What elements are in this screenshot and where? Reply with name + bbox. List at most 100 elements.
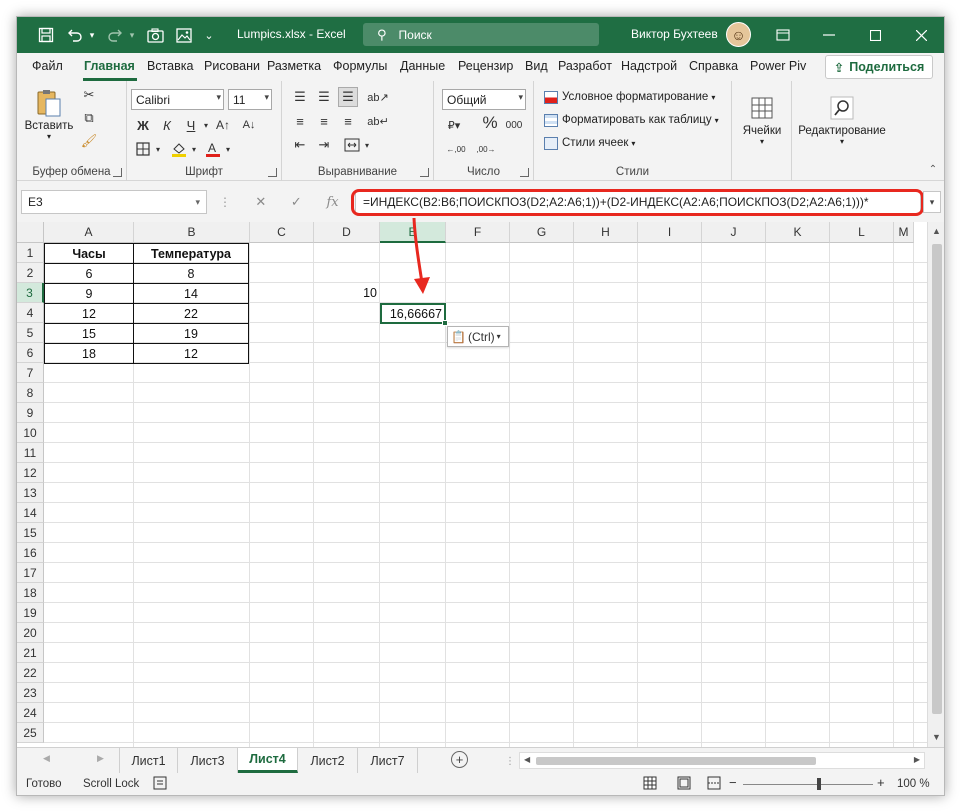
increase-font-icon[interactable]: A↑ bbox=[213, 115, 233, 135]
format-as-table-button[interactable]: Форматировать как таблицу ▾ bbox=[544, 111, 719, 129]
tab-file[interactable]: Файл bbox=[32, 59, 63, 73]
column-header-g[interactable]: G bbox=[510, 222, 574, 243]
column-header-i[interactable]: I bbox=[638, 222, 702, 243]
formula-input[interactable]: =ИНДЕКС(B2:B6;ПОИСКПОЗ(D2;A2:A6;1))+(D2-… bbox=[355, 190, 921, 214]
scroll-up-icon[interactable]: ▲ bbox=[932, 226, 941, 236]
row-header-18[interactable]: 18 bbox=[17, 583, 44, 603]
accessibility-icon[interactable] bbox=[153, 776, 167, 793]
column-header-d[interactable]: D bbox=[314, 222, 380, 243]
cell-a1[interactable]: Часы bbox=[44, 243, 134, 264]
row-header-14[interactable]: 14 bbox=[17, 503, 44, 523]
cell-a6[interactable]: 18 bbox=[44, 343, 134, 364]
font-launcher-icon[interactable] bbox=[268, 168, 277, 177]
row-header-16[interactable]: 16 bbox=[17, 543, 44, 563]
scroll-down-icon[interactable]: ▼ bbox=[932, 732, 941, 742]
row-header-20[interactable]: 20 bbox=[17, 623, 44, 643]
scroll-thumb[interactable] bbox=[932, 244, 942, 714]
normal-view-icon[interactable] bbox=[643, 776, 657, 793]
cancel-icon[interactable]: ✕ bbox=[255, 194, 266, 210]
paste-button[interactable]: Вставить ▾ bbox=[25, 85, 73, 143]
sheet-tab-4[interactable]: Лист2 bbox=[298, 748, 358, 773]
column-header-f[interactable]: F bbox=[446, 222, 510, 243]
increase-indent-icon[interactable]: ⇥ bbox=[314, 135, 334, 155]
italic-button[interactable]: К bbox=[157, 115, 177, 135]
tab-review[interactable]: Рецензир bbox=[458, 59, 513, 73]
ribbon-display-icon[interactable] bbox=[760, 17, 806, 53]
font-size-combo[interactable]: 11 ▾ bbox=[228, 89, 272, 110]
cell-a2[interactable]: 6 bbox=[44, 263, 134, 284]
zoom-slider[interactable] bbox=[743, 784, 873, 785]
align-center-icon[interactable]: ≡ bbox=[314, 111, 334, 131]
fill-dropdown-icon[interactable]: ▾ bbox=[189, 139, 199, 159]
sheet-tab-2[interactable]: Лист3 bbox=[178, 748, 238, 773]
cell-a3[interactable]: 9 bbox=[44, 283, 134, 304]
tab-power-pivot[interactable]: Power Piv bbox=[750, 59, 806, 73]
cell-b2[interactable]: 8 bbox=[133, 263, 249, 284]
zoom-level[interactable]: 100 % bbox=[897, 778, 930, 790]
row-header-24[interactable]: 24 bbox=[17, 703, 44, 723]
format-painter-icon[interactable]: 🖌 bbox=[79, 131, 99, 151]
row-header-11[interactable]: 11 bbox=[17, 443, 44, 463]
column-header-l[interactable]: L bbox=[830, 222, 894, 243]
column-header-a[interactable]: A bbox=[44, 222, 134, 243]
tab-view[interactable]: Вид bbox=[525, 59, 548, 73]
page-layout-view-icon[interactable] bbox=[677, 776, 691, 793]
clipboard-launcher-icon[interactable] bbox=[113, 168, 122, 177]
minimize-icon[interactable] bbox=[806, 17, 852, 53]
tab-developer[interactable]: Разработ bbox=[558, 59, 612, 73]
conditional-formatting-button[interactable]: Условное форматирование ▾ bbox=[544, 88, 715, 106]
row-header-12[interactable]: 12 bbox=[17, 463, 44, 483]
thousands-separator-icon[interactable]: 000 bbox=[504, 115, 524, 135]
cell-b5[interactable]: 19 bbox=[133, 323, 249, 344]
font-color-dropdown-icon[interactable]: ▾ bbox=[223, 139, 233, 159]
decrease-font-icon[interactable]: A↓ bbox=[239, 115, 259, 135]
column-header-j[interactable]: J bbox=[702, 222, 766, 243]
fill-color-icon[interactable] bbox=[169, 139, 189, 159]
zoom-out-icon[interactable]: − bbox=[729, 775, 737, 790]
percent-icon[interactable]: % bbox=[480, 113, 500, 133]
enter-icon[interactable]: ✓ bbox=[291, 194, 302, 210]
borders-icon[interactable] bbox=[133, 139, 153, 159]
underline-button[interactable]: Ч bbox=[181, 115, 201, 135]
tab-draw[interactable]: Рисовани bbox=[204, 59, 260, 73]
cell-b4[interactable]: 22 bbox=[133, 303, 249, 324]
column-header-h[interactable]: H bbox=[574, 222, 638, 243]
close-icon[interactable] bbox=[898, 17, 944, 53]
column-header-b[interactable]: B bbox=[134, 222, 250, 243]
column-header-e[interactable]: E bbox=[380, 222, 446, 243]
merge-dropdown-icon[interactable]: ▾ bbox=[362, 135, 372, 155]
row-header-8[interactable]: 8 bbox=[17, 383, 44, 403]
decrease-decimal-icon[interactable]: ,00→ bbox=[476, 139, 496, 159]
name-box[interactable]: E3 ▾ bbox=[21, 190, 207, 214]
wrap-text-icon[interactable]: ab↵ bbox=[367, 111, 388, 131]
row-header-7[interactable]: 7 bbox=[17, 363, 44, 383]
user-name[interactable]: Виктор Бухтеев bbox=[631, 27, 718, 41]
formula-bar-grip-icon[interactable]: ⋮ bbox=[219, 195, 231, 209]
sheet-tab-1[interactable]: Лист1 bbox=[119, 748, 178, 773]
new-sheet-icon[interactable]: + bbox=[451, 751, 468, 768]
column-header-m[interactable]: M bbox=[894, 222, 914, 243]
paste-options-button[interactable]: 📋 (Ctrl) ▾ bbox=[447, 326, 509, 347]
tab-help[interactable]: Справка bbox=[689, 59, 738, 73]
cells-button[interactable]: Ячейки ▾ bbox=[734, 87, 790, 153]
cut-icon[interactable]: ✂ bbox=[79, 85, 99, 105]
prev-sheet-icon[interactable]: ◀ bbox=[43, 753, 50, 764]
cell-e3-selected[interactable]: 16,66667 bbox=[380, 303, 446, 324]
number-format-combo[interactable]: Общий ▾ bbox=[442, 89, 526, 110]
row-header-5[interactable]: 5 bbox=[17, 323, 44, 343]
orientation-icon[interactable]: ab↗ bbox=[367, 87, 388, 107]
undo-icon[interactable] bbox=[63, 23, 87, 47]
number-launcher-icon[interactable] bbox=[520, 168, 529, 177]
align-bottom-icon[interactable]: ☰ bbox=[338, 87, 358, 107]
accounting-format-icon[interactable]: ₽▾ bbox=[444, 115, 464, 135]
insert-function-icon[interactable]: fx bbox=[326, 195, 338, 210]
expand-formula-bar-icon[interactable]: ▾ bbox=[923, 191, 941, 213]
row-header-6[interactable]: 6 bbox=[17, 343, 44, 363]
redo-icon[interactable] bbox=[103, 23, 127, 47]
row-header-22[interactable]: 22 bbox=[17, 663, 44, 683]
zoom-in-icon[interactable]: + bbox=[877, 775, 885, 790]
tab-addins[interactable]: Надстрой bbox=[621, 59, 677, 73]
cell-b1[interactable]: Температура bbox=[133, 243, 249, 264]
alignment-launcher-icon[interactable] bbox=[420, 168, 429, 177]
increase-decimal-icon[interactable]: ←,00 bbox=[446, 139, 466, 159]
